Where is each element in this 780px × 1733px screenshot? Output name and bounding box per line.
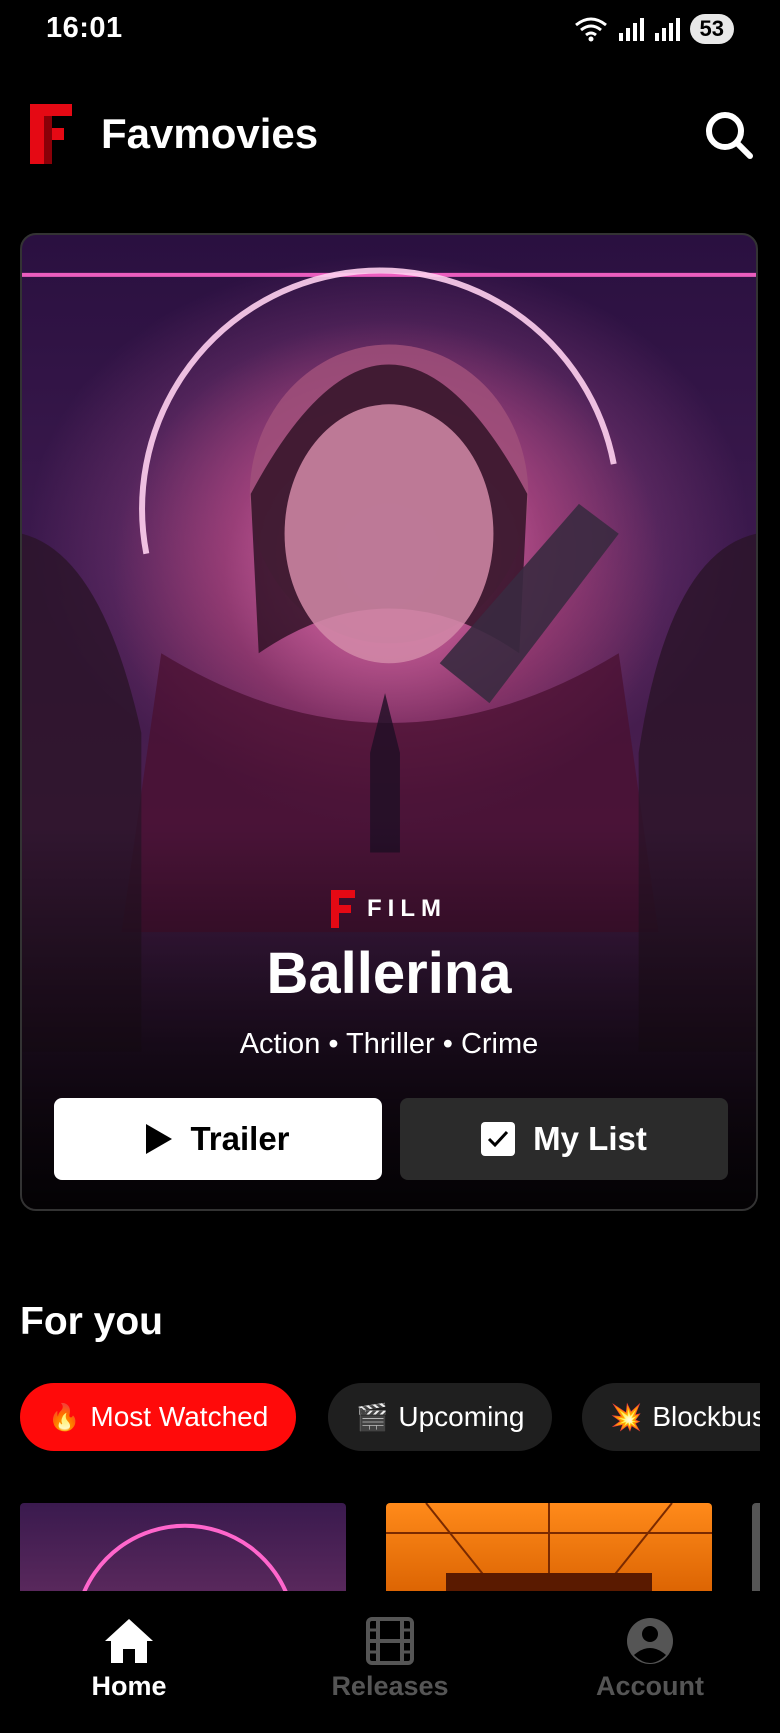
app-bar: Favmovies bbox=[0, 90, 780, 180]
hero-title: Ballerina bbox=[266, 941, 512, 1006]
chip-label: Blockbus bbox=[652, 1401, 760, 1432]
checkbox-checked-icon bbox=[481, 1122, 516, 1156]
chip-blockbuster[interactable]: 💥 Blockbus bbox=[582, 1383, 760, 1451]
category-chips: 🔥 Most Watched 🎬 Upcoming 💥 Blockbus bbox=[20, 1383, 760, 1453]
chip-label: Most Watched bbox=[90, 1401, 269, 1432]
signal-icon-2 bbox=[654, 18, 680, 41]
featured-hero-card[interactable]: FILM Ballerina Action • Thriller • Crime… bbox=[20, 233, 758, 1211]
movie-thumbnails-row bbox=[20, 1503, 760, 1591]
nav-releases[interactable]: Releases bbox=[290, 1615, 490, 1702]
thumbnail-image bbox=[82, 1523, 288, 1591]
trailer-button-label: Trailer bbox=[190, 1120, 290, 1157]
home-icon bbox=[105, 1619, 153, 1663]
trailer-button[interactable]: Trailer bbox=[54, 1098, 382, 1180]
brand-f-icon bbox=[331, 890, 355, 928]
movie-thumbnail[interactable] bbox=[752, 1503, 760, 1591]
my-list-button[interactable]: My List bbox=[400, 1098, 728, 1180]
movie-thumbnail[interactable] bbox=[386, 1503, 712, 1591]
battery-indicator: 53 bbox=[689, 14, 734, 44]
chip-upcoming[interactable]: 🎬 Upcoming bbox=[328, 1383, 553, 1451]
hero-badge: FILM bbox=[22, 890, 756, 928]
app-title: Favmovies bbox=[101, 110, 319, 157]
bottom-navigation: Home Releases Account bbox=[0, 1591, 780, 1733]
movie-thumbnail[interactable] bbox=[20, 1503, 346, 1591]
hero-badge-label: FILM bbox=[367, 895, 447, 922]
chip-most-watched[interactable]: 🔥 Most Watched bbox=[20, 1383, 297, 1451]
my-list-button-label: My List bbox=[533, 1120, 647, 1157]
fire-icon: 🔥 bbox=[48, 1401, 81, 1432]
nav-home-label: Home bbox=[91, 1671, 167, 1701]
chip-label: Upcoming bbox=[398, 1401, 525, 1432]
account-icon bbox=[627, 1618, 673, 1664]
status-bar: 16:01 53 bbox=[0, 0, 780, 60]
search-icon[interactable] bbox=[702, 108, 756, 162]
thumbnail-image bbox=[386, 1503, 712, 1591]
collision-icon: 💥 bbox=[610, 1401, 643, 1432]
wifi-icon bbox=[574, 17, 607, 42]
status-icons: 53 bbox=[574, 14, 734, 44]
signal-icon bbox=[618, 18, 644, 41]
app-logo-icon bbox=[30, 104, 72, 164]
hero-genres: Action • Thriller • Crime bbox=[239, 1028, 539, 1060]
nav-home[interactable]: Home bbox=[29, 1615, 229, 1702]
film-icon bbox=[366, 1617, 414, 1665]
nav-releases-label: Releases bbox=[331, 1671, 449, 1701]
nav-account-label: Account bbox=[596, 1671, 704, 1701]
nav-account[interactable]: Account bbox=[550, 1615, 750, 1702]
clapperboard-icon: 🎬 bbox=[356, 1401, 389, 1432]
play-icon bbox=[146, 1124, 173, 1154]
section-title-for-you: For you bbox=[20, 1300, 163, 1343]
status-time: 16:01 bbox=[46, 12, 123, 44]
